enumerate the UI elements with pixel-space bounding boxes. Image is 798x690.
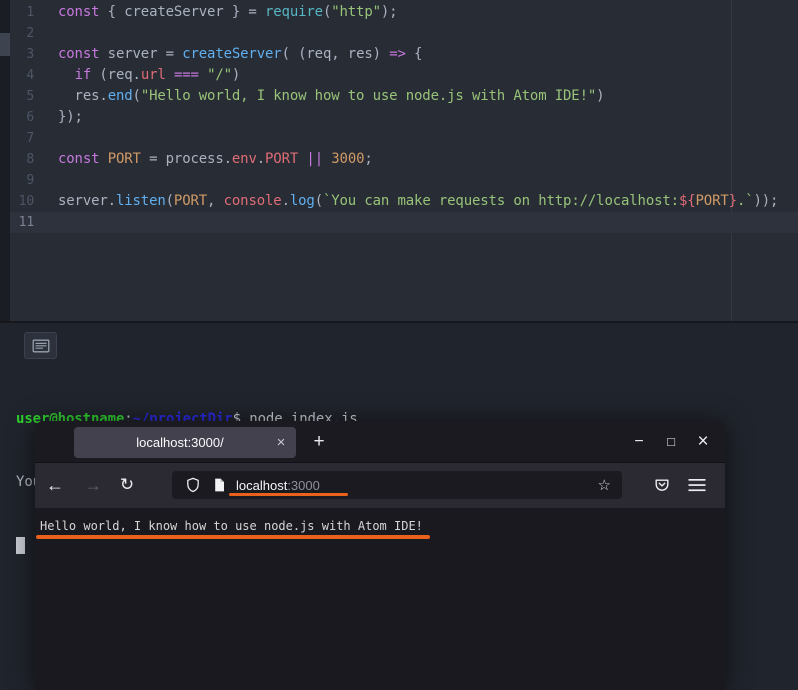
back-icon[interactable]: ← — [43, 471, 67, 499]
code-text: const PORT = process.env.PORT || 3000; — [48, 149, 373, 170]
code-line[interactable]: 7 — [10, 128, 798, 149]
editor-pane[interactable]: 1const { createServer } = require("http"… — [10, 0, 798, 321]
minimize-button[interactable]: − — [629, 433, 649, 451]
code-text: const { createServer } = require("http")… — [48, 2, 397, 23]
code-text — [48, 128, 58, 149]
page-text: Hello world, I know how to use node.js w… — [40, 519, 423, 533]
browser-tab[interactable]: localhost:3000/ × — [74, 427, 296, 458]
code-text: server.listen(PORT, console.log(`You can… — [48, 191, 778, 212]
code-text: if (req.url === "/") — [48, 65, 240, 86]
new-tab-button[interactable]: + — [305, 428, 333, 456]
line-number: 1 — [10, 2, 48, 23]
code-lines: 1const { createServer } = require("http"… — [10, 2, 798, 233]
window-controls: − □ × — [617, 421, 713, 462]
code-line[interactable]: 9 — [10, 170, 798, 191]
code-line[interactable]: 2 — [10, 23, 798, 44]
page-annotation-underline — [36, 535, 430, 539]
editor-left-strip — [0, 0, 10, 321]
menu-hamburger-icon[interactable] — [687, 477, 707, 493]
line-number: 8 — [10, 149, 48, 170]
code-text — [48, 212, 58, 233]
url-annotation-underline — [229, 493, 348, 496]
line-number: 9 — [10, 170, 48, 191]
url-text: localhost:3000 — [236, 478, 320, 493]
terminal-cursor — [16, 537, 25, 554]
bookmark-star-icon[interactable]: ☆ — [598, 476, 611, 494]
shield-icon[interactable] — [185, 477, 201, 493]
line-number: 6 — [10, 107, 48, 128]
tab-title: localhost:3000/ — [74, 435, 266, 450]
maximize-button[interactable]: □ — [661, 434, 681, 449]
code-text: res.end("Hello world, I know how to use … — [48, 86, 604, 107]
line-number: 7 — [10, 128, 48, 149]
code-text: const server = createServer( (req, res) … — [48, 44, 422, 65]
code-text — [48, 23, 58, 44]
browser-page-content: Hello world, I know how to use node.js w… — [35, 508, 725, 690]
screen: 1const { createServer } = require("http"… — [0, 0, 798, 690]
url-bar[interactable]: localhost:3000 ☆ — [172, 471, 622, 499]
browser-tab-bar: localhost:3000/ × + − □ × — [35, 421, 725, 462]
code-line[interactable]: 10server.listen(PORT, console.log(`You c… — [10, 191, 798, 212]
url-port: :3000 — [287, 478, 320, 493]
code-line[interactable]: 1const { createServer } = require("http"… — [10, 2, 798, 23]
page-info-icon[interactable] — [212, 477, 227, 493]
code-line[interactable]: 3const server = createServer( (req, res)… — [10, 44, 798, 65]
url-host: localhost — [236, 478, 287, 493]
browser-navbar: ← → ↻ localhost:3000 ☆ — [35, 462, 725, 508]
close-window-button[interactable]: × — [693, 431, 713, 453]
code-text: }); — [48, 107, 83, 128]
line-number: 11 — [10, 212, 48, 233]
reload-icon[interactable]: ↻ — [115, 471, 139, 499]
code-line[interactable]: 11 — [10, 212, 798, 233]
code-line[interactable]: 4 if (req.url === "/") — [10, 65, 798, 86]
line-number: 4 — [10, 65, 48, 86]
line-number: 5 — [10, 86, 48, 107]
code-line[interactable]: 5 res.end("Hello world, I know how to us… — [10, 86, 798, 107]
line-number: 10 — [10, 191, 48, 212]
code-editor[interactable]: 1const { createServer } = require("http"… — [0, 0, 798, 321]
tab-close-icon[interactable]: × — [266, 434, 296, 451]
line-number: 3 — [10, 44, 48, 65]
code-line[interactable]: 8const PORT = process.env.PORT || 3000; — [10, 149, 798, 170]
forward-icon[interactable]: → — [81, 471, 105, 499]
code-text — [48, 170, 58, 191]
pocket-icon[interactable] — [653, 476, 671, 494]
editor-strip-indicator — [0, 33, 10, 56]
terminal-toggle-button[interactable] — [24, 332, 57, 359]
terminal-icon — [32, 339, 50, 353]
code-line[interactable]: 6}); — [10, 107, 798, 128]
line-number: 2 — [10, 23, 48, 44]
browser-window: localhost:3000/ × + − □ × ← → ↻ — [35, 421, 725, 690]
